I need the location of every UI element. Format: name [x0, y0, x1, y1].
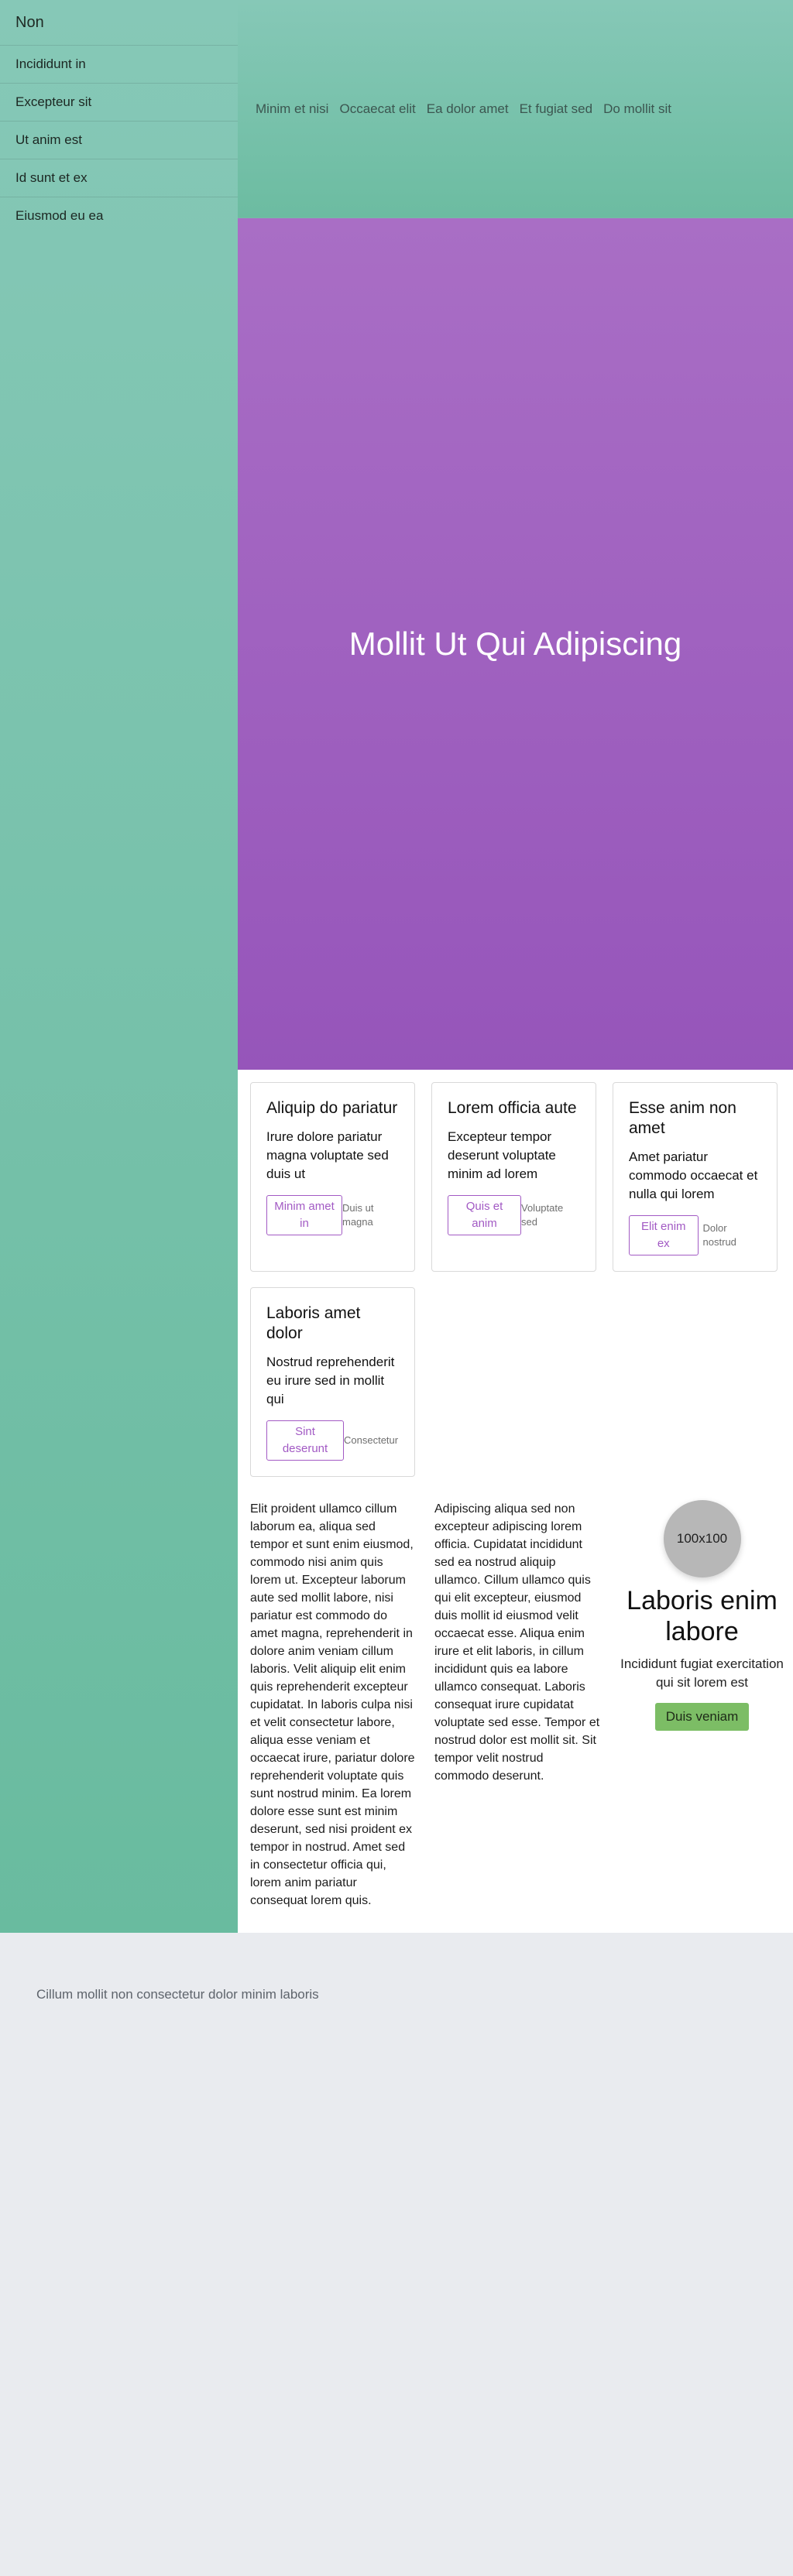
- profile-subtitle: Incididunt fugiat exercitation qui sit l…: [620, 1656, 784, 1690]
- topnav-link-do-mollit-sit[interactable]: Do mollit sit: [603, 101, 671, 117]
- profile-card: 100x100 Laboris enim labore Incididunt f…: [619, 1500, 785, 1910]
- top-navigation: Minim et nisi Occaecat elit Ea dolor ame…: [238, 0, 793, 218]
- card: Laboris amet dolor Nostrud reprehenderit…: [250, 1287, 415, 1477]
- main-content: Minim et nisi Occaecat elit Ea dolor ame…: [238, 0, 793, 1933]
- card-body: Excepteur tempor deserunt voluptate mini…: [448, 1129, 556, 1181]
- card: Lorem officia aute Excepteur tempor dese…: [431, 1082, 596, 1272]
- hero-title: Mollit Ut Qui Adipiscing: [348, 625, 682, 662]
- avatar: 100x100: [663, 1500, 741, 1577]
- card-grid: Aliquip do pariatur Irure dolore pariatu…: [238, 1070, 793, 1477]
- card-aside-text: Voluptate sed: [521, 1202, 564, 1228]
- page-layout: Non Incididunt in Excepteur sit Ut anim …: [0, 0, 793, 1933]
- topnav-link-ea-dolor-amet[interactable]: Ea dolor amet: [427, 101, 509, 117]
- hero-banner: Mollit Ut Qui Adipiscing: [238, 218, 793, 1070]
- card-button[interactable]: Elit enim ex: [629, 1215, 699, 1255]
- card-title: Esse anim non amet: [629, 1099, 736, 1137]
- card-aside-text: Consectetur: [344, 1434, 399, 1446]
- footer: Cillum mollit non consectetur dolor mini…: [0, 1933, 793, 2576]
- card-actions: Quis et anim Voluptate sed: [448, 1195, 580, 1235]
- card-button[interactable]: Minim amet in: [266, 1195, 342, 1235]
- card-body: Nostrud reprehenderit eu irure sed in mo…: [266, 1355, 395, 1406]
- card-title: Lorem officia aute: [448, 1099, 577, 1117]
- content-columns: Elit proident ullamco cillum laborum ea,…: [238, 1477, 793, 1910]
- card-actions: Elit enim ex Dolor nostrud: [629, 1215, 761, 1255]
- card-button[interactable]: Sint deserunt: [266, 1420, 344, 1461]
- card-aside-text: Duis ut magna: [342, 1202, 374, 1228]
- card-title: Aliquip do pariatur: [266, 1099, 398, 1117]
- card-body: Irure dolore pariatur magna voluptate se…: [266, 1129, 389, 1181]
- topnav-link-occaecat-elit[interactable]: Occaecat elit: [339, 101, 415, 117]
- card-actions: Minim amet in Duis ut magna: [266, 1195, 399, 1235]
- card-actions: Sint deserunt Consectetur: [266, 1420, 399, 1461]
- profile-name: Laboris enim labore: [627, 1586, 778, 1646]
- sidebar-item-incididunt-in[interactable]: Incididunt in: [0, 45, 238, 83]
- card-button[interactable]: Quis et anim: [448, 1195, 521, 1235]
- card-body: Amet pariatur commodo occaecat et nulla …: [629, 1149, 758, 1201]
- card: Aliquip do pariatur Irure dolore pariatu…: [250, 1082, 415, 1272]
- sidebar-item-excepteur-sit[interactable]: Excepteur sit: [0, 83, 238, 121]
- sidebar-item-id-sunt-et-ex[interactable]: Id sunt et ex: [0, 159, 238, 197]
- topnav-link-minim-et-nisi[interactable]: Minim et nisi: [256, 101, 328, 117]
- card-title: Laboris amet dolor: [266, 1304, 361, 1342]
- sidebar: Non Incididunt in Excepteur sit Ut anim …: [0, 0, 238, 1933]
- sidebar-item-ut-anim-est[interactable]: Ut anim est: [0, 121, 238, 159]
- sidebar-brand[interactable]: Non: [0, 0, 238, 45]
- card: Esse anim non amet Amet pariatur commodo…: [613, 1082, 778, 1272]
- text-column: Elit proident ullamco cillum laborum ea,…: [250, 1502, 415, 1907]
- card-aside-text: Dolor nostrud: [702, 1222, 736, 1248]
- topnav-link-et-fugiat-sed[interactable]: Et fugiat sed: [520, 101, 593, 117]
- profile-cta-button[interactable]: Duis veniam: [654, 1703, 750, 1731]
- footer-text: Cillum mollit non consectetur dolor mini…: [36, 1987, 319, 2002]
- sidebar-item-eiusmod-eu-ea[interactable]: Eiusmod eu ea: [0, 197, 238, 235]
- text-column: Adipiscing aliqua sed non excepteur adip…: [434, 1502, 600, 1783]
